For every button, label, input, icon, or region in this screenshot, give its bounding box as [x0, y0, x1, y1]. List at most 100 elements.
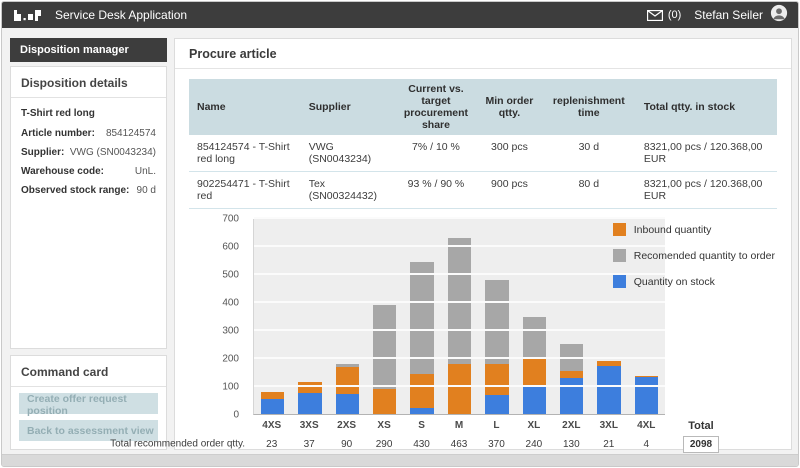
field-label: Warehouse code:: [21, 166, 104, 177]
procure-table-body: 854124574 - T-Shirt red longVWG (SN00432…: [189, 135, 777, 209]
bar-segment-3xs: [298, 382, 321, 393]
table-cell: 93 % / 90 %: [395, 172, 477, 208]
field-value: 90 d: [137, 185, 156, 196]
column-header-procurement-share: Current vs. target procurement share: [395, 79, 477, 135]
gridline: [254, 329, 665, 331]
legend-label: Recomended quantity to order: [634, 250, 775, 262]
user-menu[interactable]: [770, 4, 788, 27]
bar-segment-4xl: [635, 377, 658, 414]
column-header-replenishment: replenishment time: [542, 79, 636, 135]
bar-segment-2xl: [560, 371, 583, 378]
inbound-quantity-swatch-icon: [613, 223, 626, 236]
x-axis-label-3xs: 3XS: [290, 420, 327, 431]
chart-x-axis-row: 4XS3XS2XSXSSMLXL2XL3XL4XL Total: [189, 417, 777, 434]
table-cell: 8321,00 pcs / 120.368,00 EUR: [636, 135, 777, 171]
chart-plot-area: [253, 219, 665, 415]
column-header-total-stock: Total qtty. in stock: [636, 79, 777, 135]
table-cell: 902254471 - T-Shirt red: [189, 172, 301, 208]
table-cell: 7% / 10 %: [395, 135, 477, 171]
top-header-bar: Service Desk Application (0) Stefan Seil…: [2, 2, 798, 28]
table-row[interactable]: 854124574 - T-Shirt red longVWG (SN00432…: [189, 135, 777, 172]
total-qty-4xs: 23: [253, 439, 290, 450]
create-offer-request-position-button[interactable]: Create offer request position: [19, 393, 158, 414]
bar-segment-2xl: [560, 378, 583, 414]
detail-row-article-number: Article number: 854124574: [21, 128, 156, 139]
table-row[interactable]: 902254471 - T-Shirt redTex (SN00324432)9…: [189, 172, 777, 209]
bar-segment-3xl: [597, 361, 620, 367]
command-card-panel: Command card Create offer request positi…: [10, 355, 167, 450]
bar-segment-m: [448, 364, 471, 414]
gridline: [254, 245, 665, 247]
envelope-icon: [647, 10, 663, 21]
bar-segment-2xs: [336, 367, 359, 394]
app-logo-icon: [14, 9, 41, 21]
legend-label: Quantity on stock: [634, 276, 715, 288]
table-cell: 80 d: [542, 172, 636, 208]
total-qty-l: 370: [478, 439, 515, 450]
bar-segment-s: [410, 408, 433, 414]
page-title: Procure article: [175, 39, 791, 69]
procure-table-header: Name Supplier Current vs. target procure…: [189, 79, 777, 135]
bar-segment-l: [485, 395, 508, 414]
user-name: Stefan Seiler: [694, 8, 763, 22]
table-cell: 854124574 - T-Shirt red long: [189, 135, 301, 171]
detail-row-observed-stock-range: Observed stock range: 90 d: [21, 185, 156, 196]
y-axis-tick-label: 500: [222, 270, 239, 281]
field-value: 854124574: [106, 128, 156, 139]
window-footer-strip: [2, 454, 798, 466]
inbox-count: (0): [668, 9, 681, 21]
x-axis-label-2xl: 2XL: [553, 420, 590, 431]
total-qty-xs: 290: [365, 439, 402, 450]
avatar-icon: [770, 4, 788, 22]
field-label: Supplier:: [21, 147, 64, 158]
total-recommended-row: Total recommended order qtty. 2337902904…: [189, 434, 777, 454]
bar-segment-2xs: [336, 364, 359, 367]
bar-segment-l: [485, 280, 508, 364]
x-axis-label-2xs: 2XS: [328, 420, 365, 431]
column-header-min-order: Min order qtty.: [477, 79, 542, 135]
total-qty-2xs: 90: [328, 439, 365, 450]
sidebar: Disposition manager Disposition details …: [10, 38, 167, 450]
bar-segment-2xs: [336, 394, 359, 414]
gridline: [254, 273, 665, 275]
table-cell: 900 pcs: [477, 172, 542, 208]
bar-segment-4xs: [261, 399, 284, 414]
gridline: [254, 385, 665, 387]
x-axis-label-4xl: 4XL: [628, 420, 665, 431]
command-card-title: Command card: [11, 356, 166, 387]
sidebar-item-disposition-manager[interactable]: Disposition manager: [10, 38, 167, 62]
total-qty-xl: 240: [515, 439, 552, 450]
recommended-quantity-swatch-icon: [613, 249, 626, 262]
detail-row-warehouse-code: Warehouse code: UnL.: [21, 166, 156, 177]
field-value: VWG (SN0043234): [70, 147, 156, 158]
bar-segment-l: [485, 364, 508, 395]
y-axis-tick-label: 200: [222, 354, 239, 365]
total-qty-2xl: 130: [553, 439, 590, 450]
table-cell: Tex (SN00324432): [301, 172, 395, 208]
y-axis-tick-label: 100: [222, 382, 239, 393]
total-column-header: Total: [688, 420, 713, 432]
y-axis-tick-label: 400: [222, 298, 239, 309]
field-value: UnL.: [135, 166, 156, 177]
x-axis-label-s: S: [403, 420, 440, 431]
quantity-on-stock-swatch-icon: [613, 275, 626, 288]
procure-article-panel: Procure article Name Supplier Current vs…: [174, 38, 792, 450]
chart-y-axis: 0100200300400500600700: [189, 219, 245, 415]
bar-segment-xl: [523, 317, 546, 359]
bar-segment-4xs: [261, 392, 284, 399]
table-cell: 30 d: [542, 135, 636, 171]
grand-total-box: 2098: [683, 436, 719, 453]
inbox-button[interactable]: (0): [647, 9, 681, 21]
total-qty-4xl: 4: [628, 439, 665, 450]
column-header-supplier: Supplier: [301, 79, 395, 135]
disposition-details-title: Disposition details: [11, 67, 166, 98]
x-axis-label-4xs: 4XS: [253, 420, 290, 431]
total-recommended-label: Total recommended order qtty.: [110, 439, 245, 450]
bar-segment-s: [410, 374, 433, 408]
article-name: T-Shirt red long: [21, 108, 156, 119]
y-axis-tick-label: 700: [222, 214, 239, 225]
y-axis-tick-label: 300: [222, 326, 239, 337]
column-header-name: Name: [189, 79, 301, 135]
detail-row-supplier: Supplier: VWG (SN0043234): [21, 147, 156, 158]
bar-segment-xl: [523, 387, 546, 414]
